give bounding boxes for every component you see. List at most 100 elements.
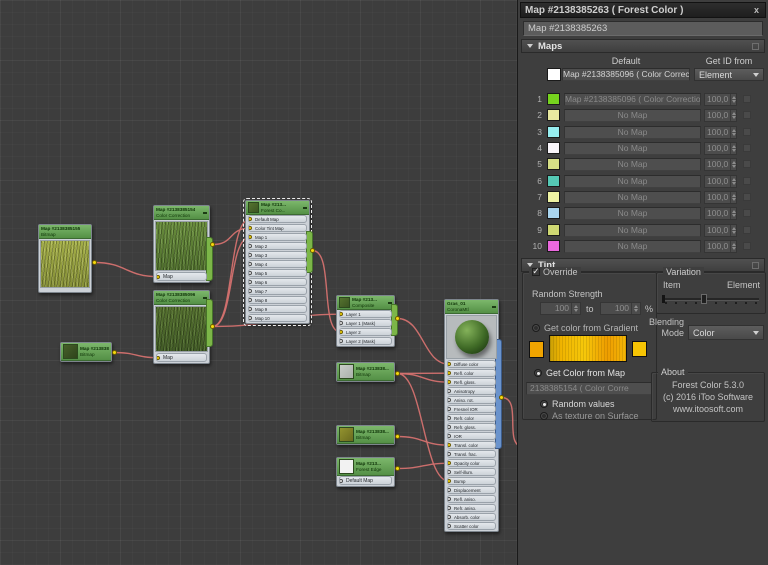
node-slot[interactable]: Refl. color xyxy=(447,369,496,377)
output-socket[interactable] xyxy=(395,316,400,321)
map-radio-row[interactable]: Get Color from Map xyxy=(534,368,625,378)
spinner-arrows-icon[interactable] xyxy=(730,192,736,203)
input-socket[interactable] xyxy=(156,275,160,279)
tint-map-button[interactable]: 2138385154 ( Color Corre xyxy=(526,382,652,395)
input-socket[interactable] xyxy=(447,452,451,456)
map-enable-checkbox[interactable] xyxy=(743,128,751,136)
node-H[interactable]: Map #213838...Bitmap xyxy=(336,425,395,445)
spinner-arrows-icon[interactable] xyxy=(730,176,736,187)
map-enable-checkbox[interactable] xyxy=(743,242,751,250)
input-socket[interactable] xyxy=(248,316,252,320)
node-slot[interactable]: IOR xyxy=(447,432,496,440)
map-enable-checkbox[interactable] xyxy=(743,209,751,217)
node-title[interactable]: Map #2138385155Bitmap xyxy=(39,225,91,239)
node-slot[interactable]: Default Map xyxy=(248,215,307,223)
map-name-input[interactable]: Map #2138385263 xyxy=(523,21,763,36)
input-socket[interactable] xyxy=(447,371,451,375)
spinner-arrows-icon[interactable] xyxy=(730,241,736,252)
gradient-radio-row[interactable]: Get color from Gradient xyxy=(532,323,638,333)
output-socket[interactable] xyxy=(395,466,400,471)
node-D[interactable]: Map #213...Forest Co...Default MapColor … xyxy=(245,200,310,324)
node-E[interactable]: Map #213838...Bitmap xyxy=(60,342,112,362)
input-socket[interactable] xyxy=(339,312,343,316)
node-slot[interactable]: Displacement xyxy=(447,486,496,494)
override-row[interactable]: ✓ Override xyxy=(529,267,581,277)
node-slot[interactable]: Map 5 xyxy=(248,269,307,277)
map-weight-spinner[interactable]: 100,0 xyxy=(704,93,737,106)
output-socket[interactable] xyxy=(499,395,504,400)
input-socket[interactable] xyxy=(447,362,451,366)
input-socket[interactable] xyxy=(447,398,451,402)
map-enable-checkbox[interactable] xyxy=(743,111,751,119)
node-editor-canvas[interactable]: Map #2138385155Bitmap Map #2138385154Colo… xyxy=(0,0,517,565)
input-socket[interactable] xyxy=(447,488,451,492)
node-F[interactable]: Map #213...CompositeLayer 1Layer 1 (Mask… xyxy=(336,295,395,347)
node-C[interactable]: Map #2138385096Color CorrectionMap xyxy=(153,290,210,364)
node-A[interactable]: Map #2138385155Bitmap xyxy=(38,224,92,293)
map-weight-spinner[interactable]: 100,0 xyxy=(704,240,737,253)
map-color-swatch[interactable] xyxy=(547,142,560,154)
input-socket[interactable] xyxy=(248,253,252,257)
input-socket[interactable] xyxy=(248,226,252,230)
output-socket[interactable] xyxy=(210,324,215,329)
spinner-arrows-icon[interactable] xyxy=(730,143,736,154)
node-slot[interactable]: Refr. color xyxy=(447,414,496,422)
input-socket[interactable] xyxy=(447,443,451,447)
map-slot-button[interactable]: Map #2138385096 ( Color Correction ) xyxy=(564,93,701,106)
close-icon[interactable]: x xyxy=(752,5,761,15)
node-title[interactable]: Map #213838...Bitmap xyxy=(61,343,111,361)
map-color-swatch[interactable] xyxy=(547,224,560,236)
map-weight-spinner[interactable]: 100,0 xyxy=(704,158,737,171)
node-slot[interactable]: Color Tint Map xyxy=(248,224,307,232)
map-color-swatch[interactable] xyxy=(547,175,560,187)
node-title[interactable]: Map #2138385154Color Correction xyxy=(154,206,209,220)
tint-gradient-bar[interactable] xyxy=(549,335,627,362)
spinner-arrows-icon[interactable] xyxy=(571,303,580,314)
map-weight-spinner[interactable]: 100,0 xyxy=(704,126,737,139)
map-color-swatch[interactable] xyxy=(547,207,560,219)
input-socket[interactable] xyxy=(248,235,252,239)
node-slot[interactable]: Self-illum. xyxy=(447,468,496,476)
input-socket[interactable] xyxy=(248,307,252,311)
default-color-swatch[interactable] xyxy=(547,68,561,81)
spinner-arrows-icon[interactable] xyxy=(730,110,736,121)
map-color-swatch[interactable] xyxy=(547,158,560,170)
map-color-swatch[interactable] xyxy=(547,191,560,203)
output-socket[interactable] xyxy=(395,434,400,439)
input-socket[interactable] xyxy=(447,434,451,438)
maps-rollout-header[interactable]: Maps xyxy=(521,39,765,53)
node-slot[interactable]: Layer 2 xyxy=(339,328,392,336)
map-enable-checkbox[interactable] xyxy=(743,144,751,152)
node-title[interactable]: Map #213838...Bitmap xyxy=(337,363,394,381)
map-enable-checkbox[interactable] xyxy=(743,177,751,185)
node-slot[interactable]: Map xyxy=(156,353,207,362)
node-slot[interactable]: Refr. gloss. xyxy=(447,423,496,431)
node-slot[interactable]: Opacity color xyxy=(447,459,496,467)
node-slot[interactable]: Bump xyxy=(447,477,496,485)
map-slot-button[interactable]: No Map xyxy=(564,142,701,155)
node-slot[interactable]: Refr. aniso. xyxy=(447,504,496,512)
node-slot[interactable]: Map 2 xyxy=(248,242,307,250)
gradient-right-swatch[interactable] xyxy=(632,341,647,357)
random-values-radio[interactable] xyxy=(540,400,548,408)
map-enable-checkbox[interactable] xyxy=(743,95,751,103)
node-title[interactable]: Map #213838...Bitmap xyxy=(337,426,394,444)
input-socket[interactable] xyxy=(447,389,451,393)
map-weight-spinner[interactable]: 100,0 xyxy=(704,224,737,237)
get-id-dropdown[interactable]: Element xyxy=(694,68,764,81)
as-texture-row[interactable]: As texture on Surface xyxy=(540,411,639,421)
spinner-arrows-icon[interactable] xyxy=(730,127,736,138)
node-I[interactable]: Map #213...Forest EdgeDefault Map xyxy=(336,457,395,487)
map-color-swatch[interactable] xyxy=(547,240,560,252)
override-checkbox[interactable]: ✓ xyxy=(532,268,540,276)
node-slot[interactable]: Map 7 xyxy=(248,287,307,295)
map-slot-button[interactable]: No Map xyxy=(564,224,701,237)
input-socket[interactable] xyxy=(447,470,451,474)
node-slot[interactable]: Transl. color xyxy=(447,441,496,449)
input-socket[interactable] xyxy=(248,271,252,275)
node-slot[interactable]: Map 4 xyxy=(248,260,307,268)
input-socket[interactable] xyxy=(447,479,451,483)
input-socket[interactable] xyxy=(248,244,252,248)
map-slot-button[interactable]: No Map xyxy=(564,158,701,171)
map-slot-button[interactable]: No Map xyxy=(564,126,701,139)
